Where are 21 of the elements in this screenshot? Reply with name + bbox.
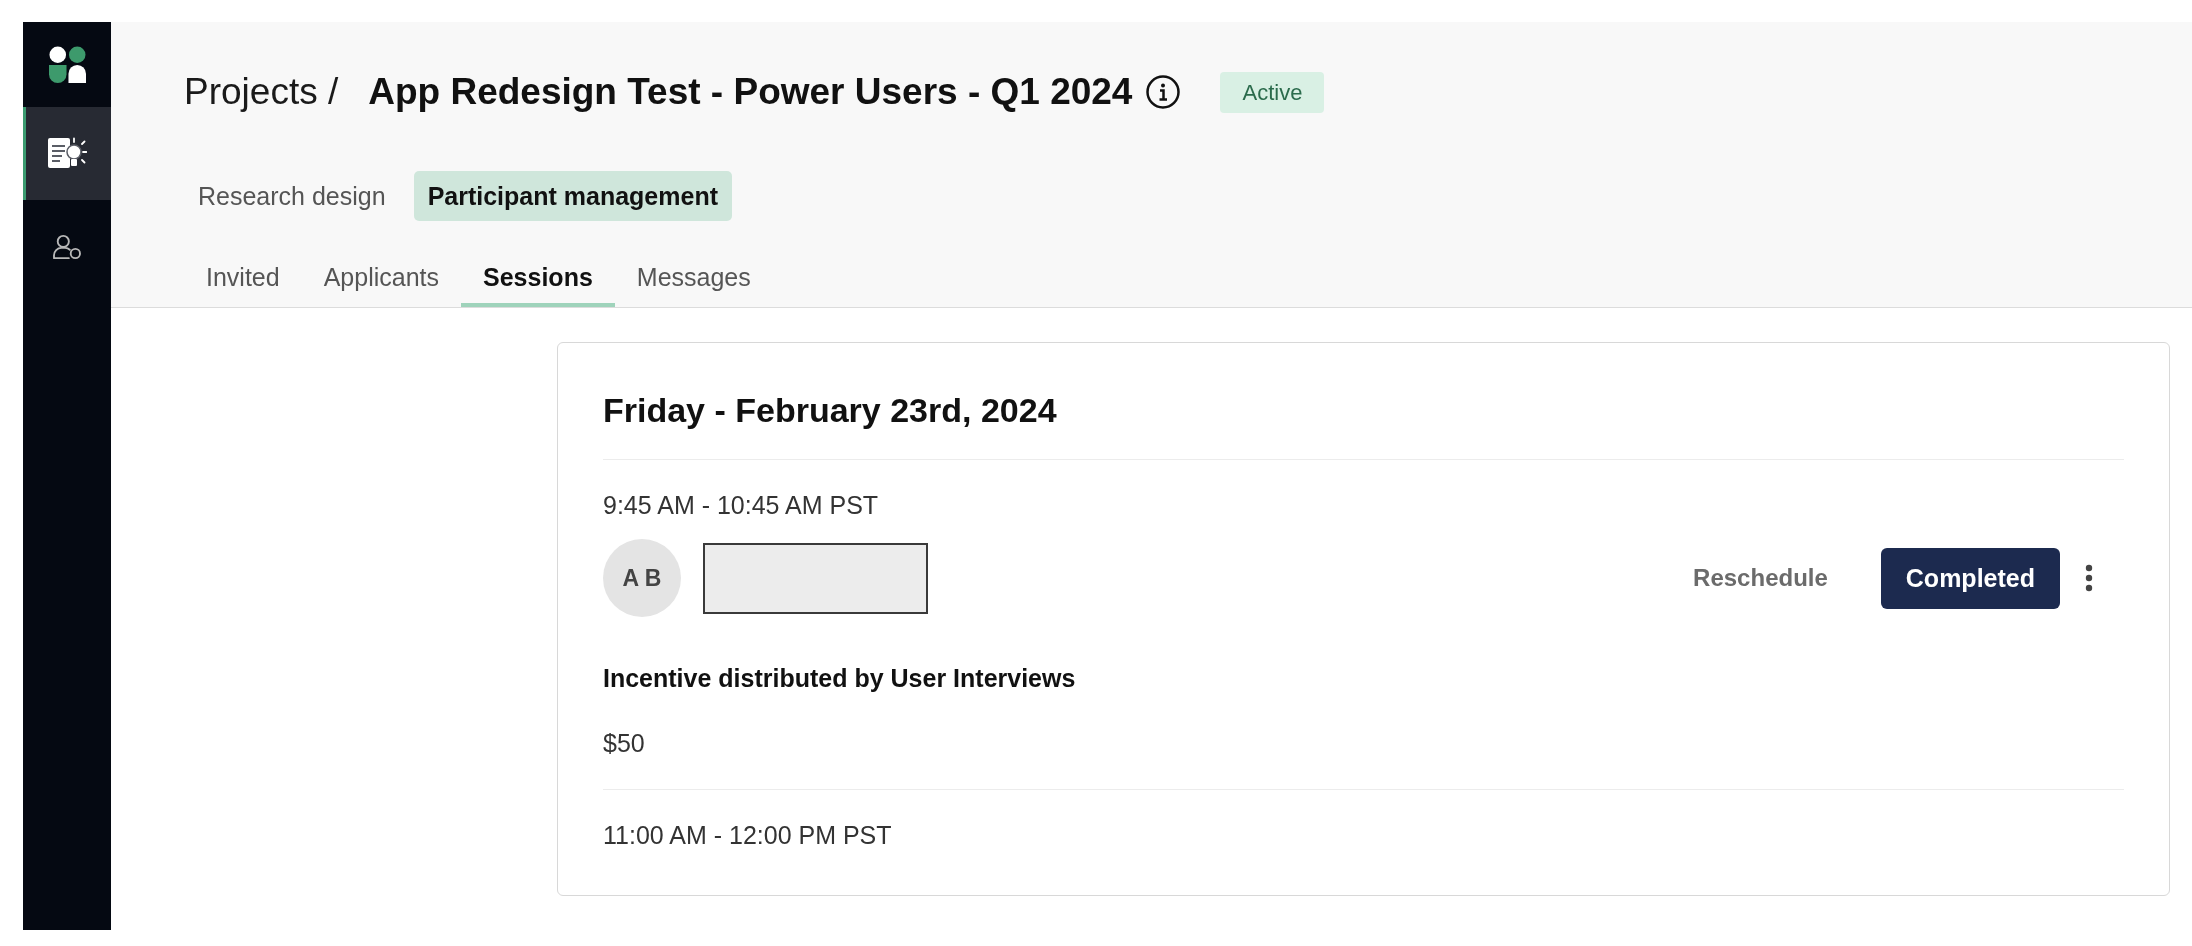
section-tab[interactable]: Research design [184, 171, 400, 221]
session-time: 11:00 AM - 12:00 PM PST [603, 820, 893, 850]
session-time: 9:45 AM - 10:45 AM PST [603, 490, 880, 520]
status-badge: Active [1220, 71, 1325, 113]
breadcrumb-link[interactable]: Projects / [184, 71, 339, 113]
info-icon[interactable] [1146, 75, 1181, 109]
person-icon [52, 233, 82, 260]
more-options-icon[interactable] [2085, 564, 2093, 592]
session-date-heading: Friday - February 23rd, 2024 [603, 390, 1058, 431]
section-tab[interactable]: Participant management [413, 171, 732, 221]
tab[interactable]: Invited [184, 247, 302, 307]
tab[interactable]: Applicants [301, 247, 462, 307]
tab[interactable]: Messages [614, 247, 773, 307]
incentive-label: Incentive distributed by User Interviews [603, 664, 1077, 692]
project-title: App Redesign Test - Power Users - Q1 2024 [368, 71, 1133, 113]
incentive-amount: $50 [603, 728, 646, 758]
participant-avatar: A B [603, 539, 681, 617]
logo-icon [48, 46, 86, 83]
reschedule-button[interactable]: Reschedule [1693, 564, 1828, 592]
completed-button[interactable]: Completed [1880, 547, 2060, 609]
sidebar-item[interactable] [23, 107, 111, 200]
